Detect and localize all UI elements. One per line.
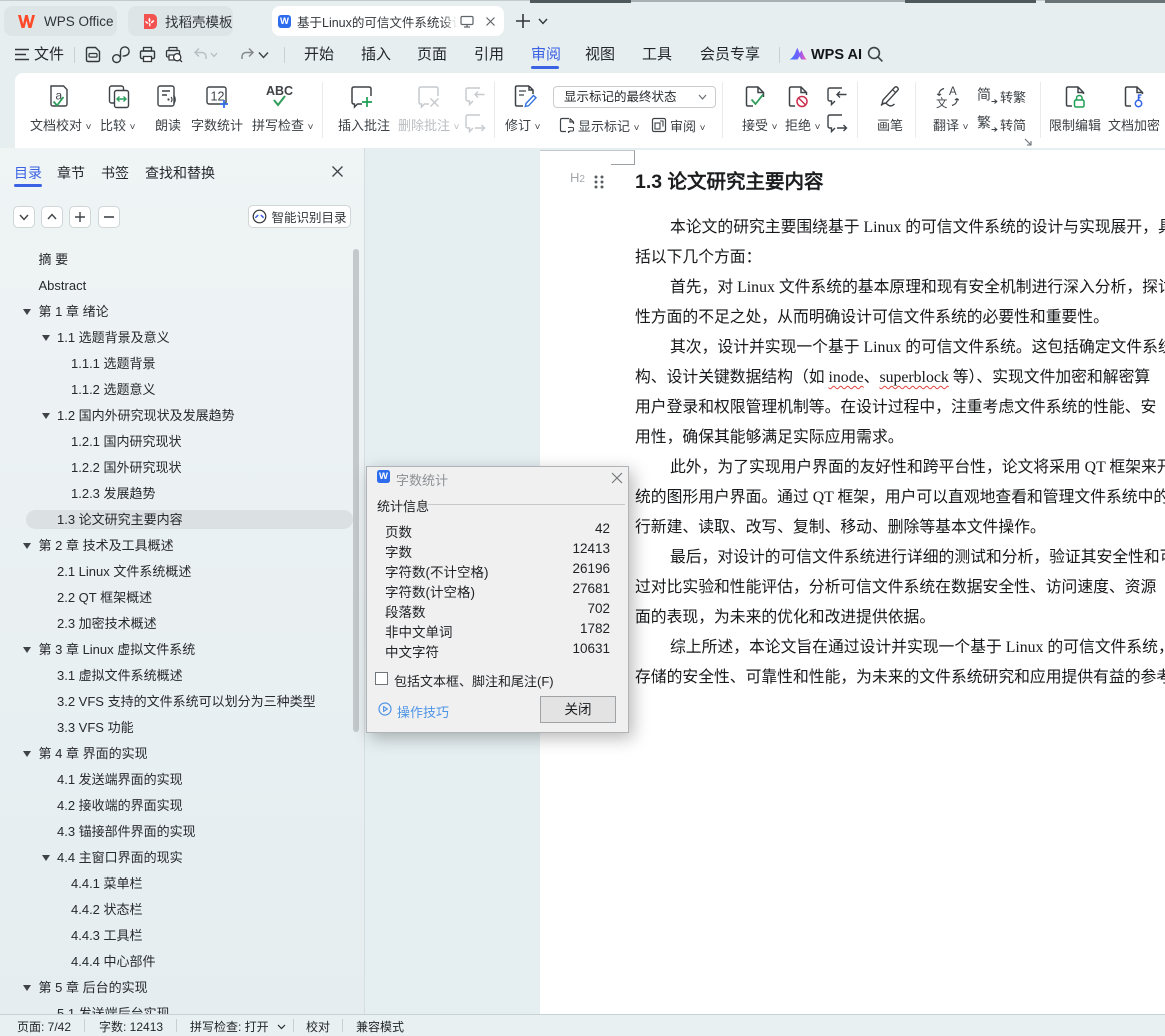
svg-text:ABC: ABC [266,84,293,98]
svg-text:简: 简 [977,87,991,103]
svg-text:文: 文 [936,96,948,110]
svg-text:12: 12 [211,90,225,104]
svg-text:A: A [949,86,957,98]
svg-text:繁: 繁 [977,115,991,131]
